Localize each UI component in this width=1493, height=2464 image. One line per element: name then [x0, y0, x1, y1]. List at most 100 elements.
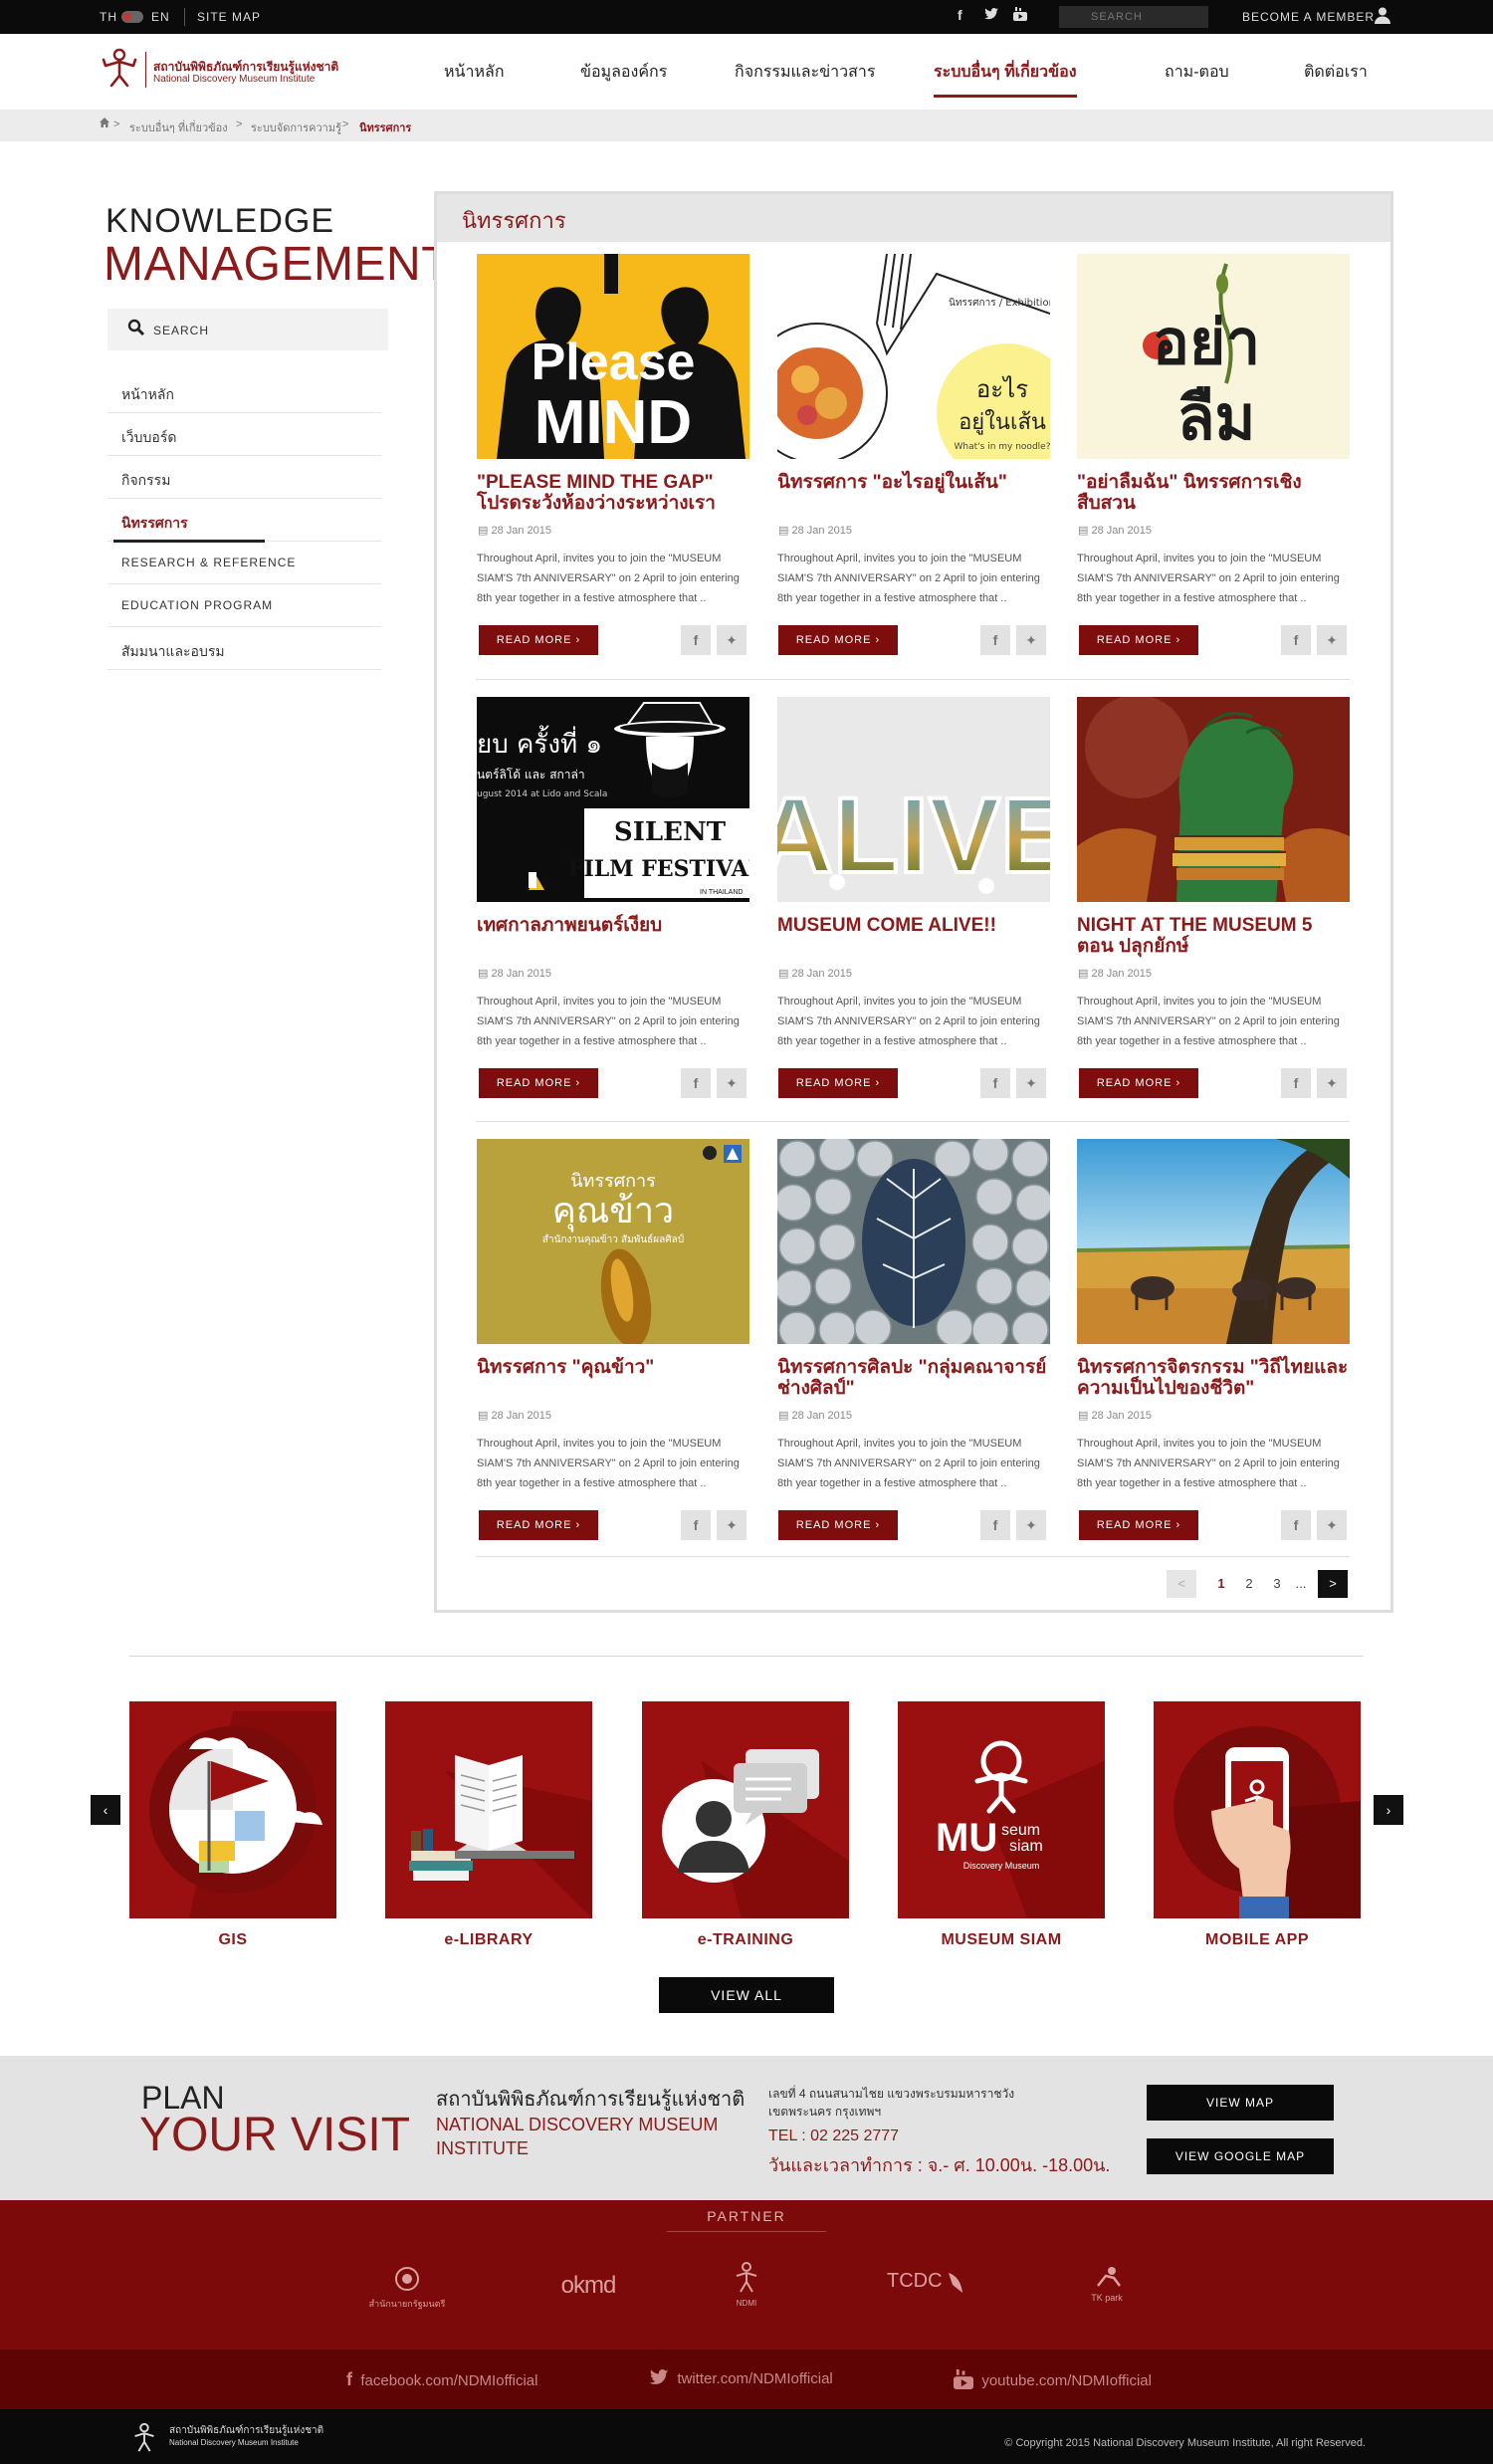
share-facebook-icon[interactable]: f — [681, 1510, 711, 1540]
breadcrumb-item[interactable]: ระบบอื่นๆ ที่เกี่ยวข้อง — [129, 118, 228, 136]
sidebar-item-seminar[interactable]: สัมมนาและอบรม — [107, 627, 381, 670]
partner-logo-opm[interactable]: สำนักนายกรัฐมนตรี — [362, 2266, 452, 2311]
read-more-button[interactable]: READ MORE › — [479, 1068, 598, 1098]
partner-logo-okmd[interactable]: okmd — [543, 2272, 633, 2300]
nav-faq[interactable]: ถาม-ตอบ — [1165, 60, 1229, 85]
share-twitter-icon[interactable]: ✦ — [1016, 1068, 1046, 1098]
pagination-next[interactable]: > — [1318, 1570, 1348, 1598]
service-label-mobile-app[interactable]: MOBILE APP — [1154, 1931, 1361, 1949]
card-image[interactable] — [1077, 1139, 1350, 1344]
pagination-page[interactable]: 2 — [1234, 1570, 1264, 1598]
pagination-page[interactable]: 1 — [1206, 1570, 1236, 1598]
card-title[interactable]: "อย่าลืมฉัน" นิทรรศการเชิงสืบสวน — [1077, 472, 1350, 514]
sidebar-item-exhibitions[interactable]: นิทรรศการ — [107, 499, 381, 543]
partner-logo-tcdc[interactable]: TCDC — [886, 2270, 965, 2295]
breadcrumb-item[interactable]: ระบบจัดการความรู้ — [251, 118, 341, 136]
service-label-gis[interactable]: GIS — [129, 1931, 336, 1949]
read-more-button[interactable]: READ MORE › — [778, 1068, 898, 1098]
service-tile-mobile-app[interactable] — [1154, 1701, 1361, 1918]
read-more-button[interactable]: READ MORE › — [1079, 1068, 1198, 1098]
card-image[interactable]: นิทรรศการ คุณข้าว สำนักงานคุณข้าว สัมพัน… — [477, 1139, 749, 1344]
share-facebook-icon[interactable]: f — [1281, 625, 1311, 655]
share-twitter-icon[interactable]: ✦ — [1016, 1510, 1046, 1540]
carousel-prev-button[interactable]: ‹ — [91, 1795, 120, 1825]
card-image[interactable]: อย่า ลืม — [1077, 254, 1350, 459]
top-search-input[interactable] — [1059, 6, 1208, 28]
nav-home[interactable]: หน้าหลัก — [444, 60, 505, 85]
share-facebook-icon[interactable]: f — [681, 1068, 711, 1098]
service-tile-gis[interactable] — [129, 1701, 336, 1918]
share-facebook-icon[interactable]: f — [980, 625, 1010, 655]
share-facebook-icon[interactable]: f — [980, 1510, 1010, 1540]
sidebar-item-research[interactable]: RESEARCH & REFERENCE — [107, 542, 381, 584]
nav-contact[interactable]: ติดต่อเรา — [1304, 60, 1368, 85]
nav-organization[interactable]: ข้อมูลองค์กร — [580, 60, 667, 85]
nav-related-systems[interactable]: ระบบอื่นๆ ที่เกี่ยวข้อง — [934, 60, 1077, 98]
user-icon[interactable] — [1374, 6, 1391, 27]
twitter-link[interactable]: twitter.com/NDMIofficial — [649, 2369, 833, 2387]
share-twitter-icon[interactable]: ✦ — [1016, 625, 1046, 655]
read-more-button[interactable]: READ MORE › — [1079, 1510, 1198, 1540]
sidebar-search[interactable]: SEARCH — [107, 309, 388, 350]
nav-activities-news[interactable]: กิจกรรมและข่าวสาร — [735, 60, 875, 85]
card-title[interactable]: นิทรรศการศิลปะ "กลุ่มคณาจารย์ช่างศิลป์" — [777, 1357, 1050, 1399]
share-twitter-icon[interactable]: ✦ — [1317, 625, 1347, 655]
read-more-button[interactable]: READ MORE › — [778, 1510, 898, 1540]
share-twitter-icon[interactable]: ✦ — [717, 625, 746, 655]
footer-logo[interactable]: สถาบันพิพิธภัณฑ์การเรียนรู้แห่งชาติ Nati… — [129, 2421, 368, 2453]
share-facebook-icon[interactable]: f — [1281, 1068, 1311, 1098]
card-image[interactable]: Please MIND — [477, 254, 749, 459]
card-image[interactable]: ยบ ครั้งที่ ๑ นตร์ลิโด้ และ สกาล่า ugust… — [477, 697, 749, 902]
carousel-next-button[interactable]: › — [1374, 1795, 1403, 1825]
read-more-button[interactable]: READ MORE › — [778, 625, 898, 655]
sitemap-link[interactable]: SITE MAP — [197, 10, 261, 24]
share-facebook-icon[interactable]: f — [681, 625, 711, 655]
share-facebook-icon[interactable]: f — [1281, 1510, 1311, 1540]
card-title[interactable]: "PLEASE MIND THE GAP" โปรดระวังห้องว่างร… — [477, 472, 749, 514]
read-more-button[interactable]: READ MORE › — [1079, 625, 1198, 655]
youtube-link[interactable]: youtube.com/NDMIofficial — [954, 2369, 1152, 2389]
facebook-icon[interactable]: f — [958, 7, 962, 23]
sidebar-item-activities[interactable]: กิจกรรม — [107, 456, 381, 499]
twitter-icon[interactable] — [984, 7, 998, 23]
share-twitter-icon[interactable]: ✦ — [1317, 1510, 1347, 1540]
become-member-link[interactable]: BECOME A MEMBER — [1242, 10, 1375, 24]
card-image[interactable]: นิทรรศการ / Exhibition อะไร อยู่ในเส้น W… — [777, 254, 1050, 459]
share-facebook-icon[interactable]: f — [980, 1068, 1010, 1098]
lang-en[interactable]: EN — [151, 10, 170, 24]
youtube-icon[interactable] — [1013, 7, 1027, 24]
service-label-etraining[interactable]: e-TRAINING — [642, 1931, 849, 1949]
sidebar-item-webboard[interactable]: เว็บบอร์ด — [107, 413, 381, 456]
sidebar-item-education[interactable]: EDUCATION PROGRAM — [107, 584, 381, 627]
card-title[interactable]: MUSEUM COME ALIVE!! — [777, 915, 1050, 936]
lang-th[interactable]: TH — [100, 10, 117, 24]
share-twitter-icon[interactable]: ✦ — [717, 1068, 746, 1098]
partner-logo-ndmi[interactable]: NDMI — [717, 2260, 776, 2308]
card-image[interactable] — [1077, 697, 1350, 902]
read-more-button[interactable]: READ MORE › — [479, 1510, 598, 1540]
card-title[interactable]: นิทรรศการ "อะไรอยู่ในเส้น" — [777, 472, 1050, 493]
card-image[interactable]: ALIVE — [777, 697, 1050, 902]
read-more-button[interactable]: READ MORE › — [479, 625, 598, 655]
site-logo[interactable]: สถาบันพิพิธภัณฑ์การเรียนรู้แห่งชาติ Nati… — [100, 46, 348, 96]
service-tile-museum-siam[interactable]: MU seum siam Discovery Museum — [898, 1701, 1105, 1918]
share-twitter-icon[interactable]: ✦ — [1317, 1068, 1347, 1098]
view-google-map-button[interactable]: VIEW GOOGLE MAP — [1147, 2138, 1334, 2174]
home-icon[interactable] — [100, 117, 109, 130]
language-toggle[interactable] — [121, 11, 143, 23]
service-tile-elibrary[interactable] — [385, 1701, 592, 1918]
card-title[interactable]: NIGHT AT THE MUSEUM 5 ตอน ปลุกยักษ์ — [1077, 915, 1350, 957]
service-label-museum-siam[interactable]: MUSEUM SIAM — [898, 1931, 1105, 1949]
view-all-button[interactable]: VIEW ALL — [659, 1977, 834, 2013]
service-label-elibrary[interactable]: e-LIBRARY — [385, 1931, 592, 1949]
card-image[interactable] — [777, 1139, 1050, 1344]
facebook-link[interactable]: f facebook.com/NDMIofficial — [346, 2369, 537, 2390]
card-title[interactable]: นิทรรศการจิตรกรรม "วิถีไทยและความเป็นไปข… — [1077, 1357, 1350, 1399]
card-title[interactable]: นิทรรศการ "คุณข้าว" — [477, 1357, 749, 1378]
partner-logo-tkpark[interactable]: TK park — [1077, 2266, 1137, 2303]
card-title[interactable]: เทศกาลภาพยนตร์เงียบ — [477, 915, 749, 936]
view-map-button[interactable]: VIEW MAP — [1147, 2085, 1334, 2121]
share-twitter-icon[interactable]: ✦ — [717, 1510, 746, 1540]
service-tile-etraining[interactable] — [642, 1701, 849, 1918]
pagination-prev[interactable]: < — [1167, 1570, 1196, 1598]
